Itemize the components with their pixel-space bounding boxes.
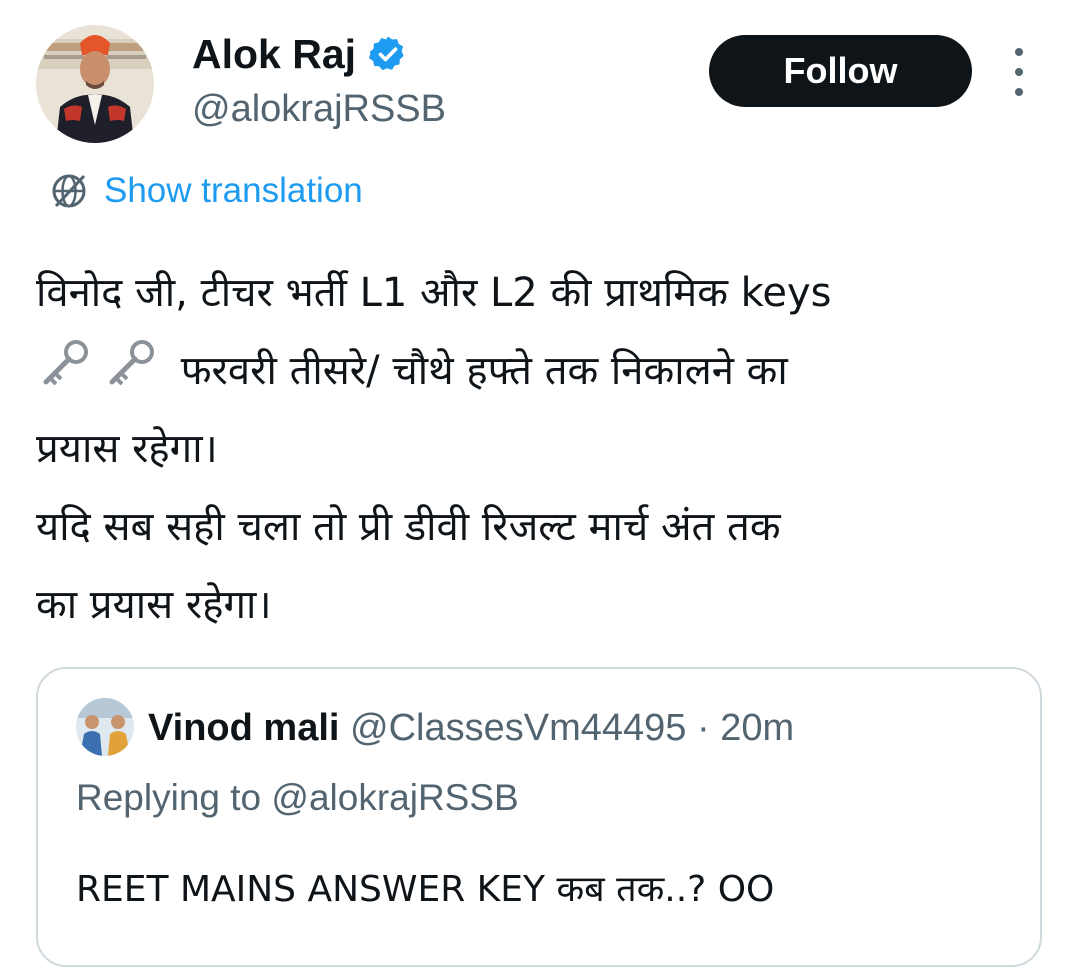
tweet-line-with-emoji: फरवरी तीसरे/ चौथे हफ्ते तक निकालने का bbox=[36, 332, 1046, 410]
verified-badge-icon bbox=[368, 34, 408, 74]
quoted-author-handle[interactable]: @ClassesVm44495 bbox=[350, 707, 686, 749]
show-translation-label[interactable]: Show translation bbox=[104, 171, 363, 211]
author-handle[interactable]: @alokrajRSSB bbox=[192, 86, 446, 132]
tweet-line: यदि सब सही चला तो प्री डीवी रिजल्ट मार्च… bbox=[36, 504, 781, 550]
tweet-body: विनोद जी, टीचर भर्ती L1 और L2 की प्राथमि… bbox=[36, 254, 1046, 644]
quoted-timestamp[interactable]: 20m bbox=[720, 707, 794, 749]
quoted-tweet-card[interactable]: Vinod mali @ClassesVm44495 · 20m Replyin… bbox=[36, 667, 1042, 967]
dot bbox=[1015, 68, 1023, 76]
quoted-author-row[interactable]: Vinod mali @ClassesVm44495 · 20m bbox=[148, 705, 794, 751]
follow-button[interactable]: Follow bbox=[709, 35, 972, 107]
dot bbox=[1015, 48, 1023, 56]
tweet-line: फरवरी तीसरे/ चौथे हफ्ते तक निकालने का bbox=[180, 348, 788, 394]
old-key-emoji-icon bbox=[102, 334, 162, 394]
tweet-line: का प्रयास रहेगा। bbox=[36, 582, 272, 628]
quoted-author-name[interactable]: Vinod mali bbox=[148, 707, 339, 749]
tweet-line: विनोद जी, टीचर भर्ती L1 और L2 की प्राथमि… bbox=[36, 270, 832, 316]
dot bbox=[1015, 88, 1023, 96]
old-key-emoji-icon bbox=[36, 334, 96, 394]
quoted-tweet-text: REET MAINS ANSWER KEY कब तक..? OO bbox=[76, 869, 775, 910]
show-translation-link[interactable]: Show translation bbox=[48, 170, 363, 212]
tweet-line: प्रयास रहेगा। bbox=[36, 426, 218, 472]
quoted-author-avatar[interactable] bbox=[76, 698, 134, 756]
more-options-icon[interactable] bbox=[1004, 48, 1034, 96]
author-name[interactable]: Alok Raj bbox=[192, 30, 356, 78]
author-avatar[interactable] bbox=[36, 25, 154, 143]
globe-translate-icon bbox=[52, 174, 86, 208]
replying-to-label: Replying to @alokrajRSSB bbox=[76, 777, 519, 818]
meta-separator: · bbox=[686, 707, 721, 749]
author-name-row[interactable]: Alok Raj bbox=[192, 30, 408, 78]
